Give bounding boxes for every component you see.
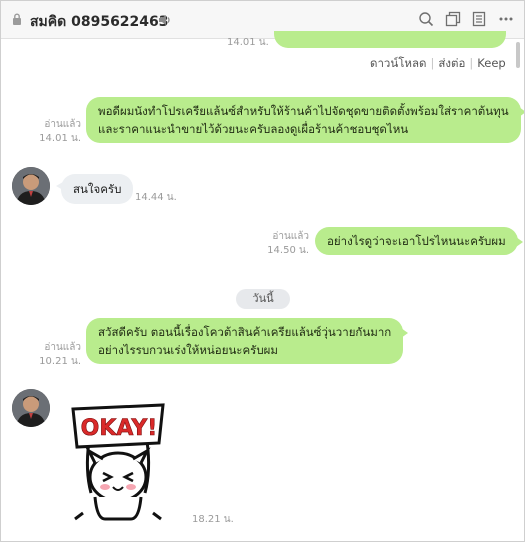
search-icon[interactable]: [418, 11, 434, 27]
more-icon[interactable]: [498, 11, 514, 27]
chat-window: สมคิด 0895622463 14.01 น. ดาวน์โหลด | ส่ง: [0, 0, 525, 542]
file-message-bubble[interactable]: [274, 31, 506, 48]
download-link[interactable]: ดาวน์โหลด: [370, 56, 427, 70]
avatar[interactable]: [12, 167, 50, 205]
message-bubble[interactable]: พอดีผมนังทำโปรเครียแล้นซ์สำหรับให้ร้านค้…: [86, 97, 524, 143]
avatar[interactable]: [12, 389, 50, 427]
scrollbar[interactable]: [514, 40, 523, 541]
file-message-time: 14.01 น.: [227, 37, 269, 48]
read-receipt: อ่านแล้ว 14.01 น.: [39, 119, 81, 144]
notes-icon[interactable]: [471, 11, 487, 27]
lock-icon: [13, 13, 21, 25]
sticker-text: OKAY!: [81, 416, 158, 441]
message-bubble[interactable]: สวัสดีครับ ตอนนี้เรื่องโควต้าสินค้าเครีย…: [86, 318, 409, 364]
keep-link[interactable]: Keep: [477, 56, 505, 70]
speaker-icon[interactable]: [158, 14, 172, 26]
read-receipt: อ่านแล้ว 14.50 น.: [267, 231, 309, 256]
chat-title: สมคิด 0895622463: [30, 14, 169, 30]
read-receipt: อ่านแล้ว 10.21 น.: [39, 342, 81, 367]
okay-sticker[interactable]: OKAY!: [67, 401, 169, 521]
message-time: 14.44 น.: [135, 192, 177, 203]
copy-icon[interactable]: [445, 11, 461, 27]
message-bubble[interactable]: สนใจครับ: [56, 174, 134, 204]
file-actions: ดาวน์โหลด | ส่งต่อ | Keep: [370, 56, 506, 70]
scroll-thumb[interactable]: [516, 42, 520, 68]
message-bubble[interactable]: อย่างไรดูว่าจะเอาโปรไหนนะครับผม: [315, 227, 523, 255]
message-time: 18.21 น.: [192, 514, 234, 525]
date-divider: วันนี้: [236, 289, 290, 309]
forward-link[interactable]: ส่งต่อ: [438, 56, 465, 70]
